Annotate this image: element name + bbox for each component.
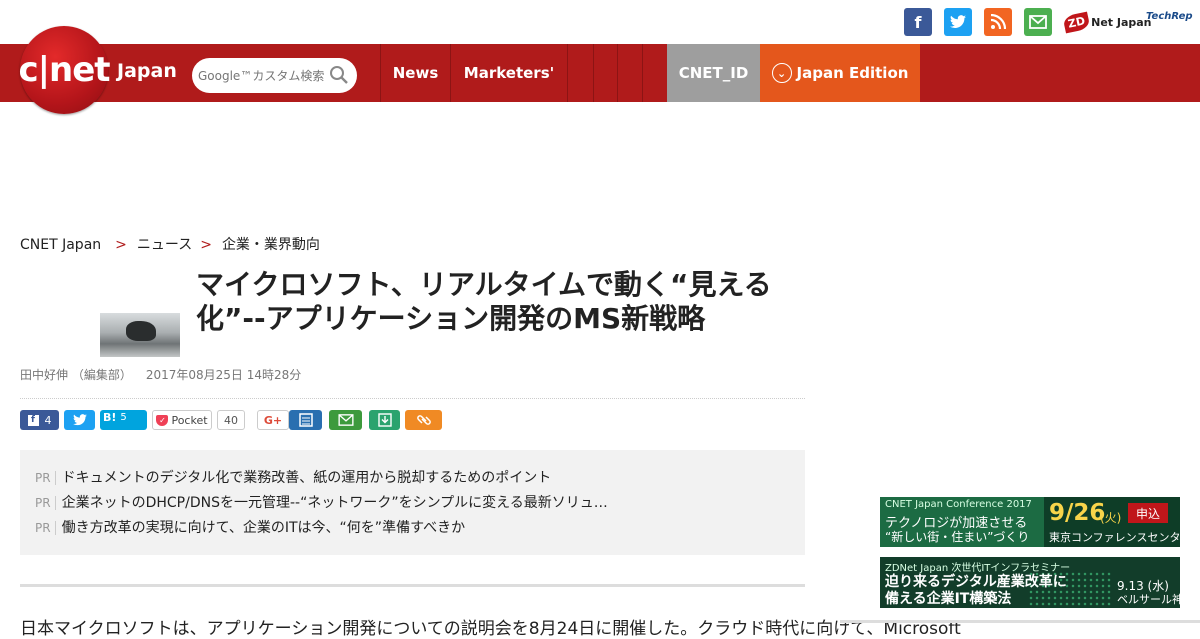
hatena-bookmark-button[interactable]: B! 5 xyxy=(100,410,147,430)
apply-button[interactable]: 申込 xyxy=(1128,503,1168,523)
divider xyxy=(840,620,1200,623)
article-byline: 田中好伸 （編集部） 2017年08月25日 14時28分 xyxy=(20,366,301,383)
print-button[interactable] xyxy=(289,410,322,430)
logo-japan-label: Japan xyxy=(117,60,177,82)
ad-date-panel: 9/26 (火) 申込 東京コンファレンスセンター xyxy=(1044,497,1180,547)
search-box xyxy=(192,58,357,93)
copy-link-button[interactable] xyxy=(405,410,442,430)
breadcrumb-industry[interactable]: 企業・業界動向 xyxy=(222,237,320,253)
nav-item-empty-1[interactable] xyxy=(567,44,593,102)
download-icon xyxy=(377,413,392,427)
pr-item-text[interactable]: 企業ネットのDHCP/DNSを一元管理--“ネットワーク”をシンプルに変える最新… xyxy=(62,495,608,511)
techrepublic-link[interactable]: TechRep xyxy=(1146,11,1193,22)
pr-links-box: PR ドキュメントのデジタル化で業務改善、紙の運用から脱却するためのポイント PR… xyxy=(20,450,805,555)
conference-ad-banner[interactable]: CNET Japan Conference 2017 テクノロジが加速させる “… xyxy=(880,497,1180,547)
breadcrumb-separator: > xyxy=(115,237,127,253)
mail-icon xyxy=(337,414,354,426)
article-body-text: 日本マイクロソフトは、アプリケーション開発についての説明会を8月24日に開催した… xyxy=(20,619,961,639)
facebook-share-button[interactable]: f 4 xyxy=(20,410,59,430)
rss-icon[interactable] xyxy=(984,8,1012,36)
zdnet-logo: ZD xyxy=(1062,11,1091,33)
publish-date: 2017年08月25日 14時28分 xyxy=(145,368,302,382)
article-title: マイクロソフト、リアルタイムで動く“見える化”--アプリケーション開発のMS新戦… xyxy=(196,268,772,335)
twitter-icon xyxy=(72,414,87,426)
breadcrumb-separator: > xyxy=(200,237,212,253)
hatena-bookmark-icon: B! xyxy=(103,410,117,424)
pocket-count: 40 xyxy=(217,410,245,430)
search-icon[interactable] xyxy=(329,65,349,85)
zdnet-text: Net Japan xyxy=(1091,15,1152,29)
seminar-ad-banner[interactable]: ZDNet Japan 次世代ITインフラセミナー 迫り来るデジタル産業改革に … xyxy=(880,557,1180,608)
twitter-share-button[interactable] xyxy=(64,410,95,430)
divider xyxy=(20,398,805,399)
japan-edition-label: Japan Edition xyxy=(796,64,909,82)
pr-item[interactable]: PR ドキュメントのデジタル化で業務改善、紙の運用から脱却するためのポイント xyxy=(35,467,551,487)
author-name[interactable]: 田中好伸 （編集部） xyxy=(20,368,132,382)
breadcrumb-news[interactable]: ニュース xyxy=(137,237,192,253)
ad-day: (火) xyxy=(1100,511,1122,525)
link-icon xyxy=(416,415,431,425)
print-icon xyxy=(298,413,313,427)
top-utility-bar: f ZD Net Japan TechRep xyxy=(0,0,1200,44)
pr-item[interactable]: PR 働き方改革の実現に向けて、企業のITは今、“何を”準備すべきか xyxy=(35,517,465,537)
facebook-icon: f xyxy=(27,414,39,426)
breadcrumb-home[interactable]: CNET Japan xyxy=(20,237,101,253)
pocket-icon: ✓ xyxy=(156,414,169,426)
pr-tag: PR xyxy=(35,521,56,535)
pr-tag: PR xyxy=(35,496,56,510)
zdnet-japan-link[interactable]: ZD Net Japan xyxy=(1062,9,1152,35)
pr-item-text[interactable]: 働き方改革の実現に向けて、企業のITは今、“何を”準備すべきか xyxy=(62,520,466,536)
nav-news[interactable]: News xyxy=(380,44,450,102)
email-share-button[interactable] xyxy=(329,410,362,430)
article-thumbnail xyxy=(100,313,180,357)
divider xyxy=(20,584,805,587)
pr-item[interactable]: PR 企業ネットのDHCP/DNSを一元管理--“ネットワーク”をシンプルに変える… xyxy=(35,492,608,512)
mail-icon[interactable] xyxy=(1024,8,1052,36)
nav-japan-edition[interactable]: ⌄ Japan Edition xyxy=(760,44,920,102)
nav-item-empty-3[interactable] xyxy=(617,44,642,102)
ad-venue: ベルサール神田 xyxy=(1117,593,1180,606)
ad-headline: “新しい街・住まい”づくり xyxy=(885,530,1030,544)
twitter-icon[interactable] xyxy=(944,8,972,36)
pocket-label: Pocket xyxy=(171,413,208,427)
ad-headline: 備える企業IT構築法 xyxy=(885,591,1012,607)
nav-item-empty-4[interactable] xyxy=(642,44,667,102)
breadcrumb: CNET Japan > ニュース > 企業・業界動向 xyxy=(20,234,320,254)
nav-cnet-id[interactable]: CNET_ID xyxy=(667,44,760,102)
chevron-down-icon: ⌄ xyxy=(771,63,792,83)
download-button[interactable] xyxy=(369,410,400,430)
cnet-logo[interactable]: c|net xyxy=(18,26,111,114)
pocket-button[interactable]: ✓ Pocket xyxy=(152,410,212,430)
facebook-icon[interactable]: f xyxy=(904,8,932,36)
nav-item-empty-2[interactable] xyxy=(593,44,617,102)
google-plus-button[interactable]: G+ xyxy=(257,410,289,430)
pr-tag: PR xyxy=(35,471,56,485)
ad-subtitle: CNET Japan Conference 2017 xyxy=(885,499,1032,510)
nav-marketers[interactable]: Marketers' xyxy=(450,44,567,102)
ad-date: 9/26 xyxy=(1049,500,1106,526)
pr-item-text[interactable]: ドキュメントのデジタル化で業務改善、紙の運用から脱却するためのポイント xyxy=(62,470,552,486)
facebook-share-count: 4 xyxy=(44,413,52,427)
search-input[interactable] xyxy=(198,66,326,86)
ad-venue: 東京コンファレンスセンター xyxy=(1049,531,1180,544)
hatena-count: 5 xyxy=(120,411,127,423)
